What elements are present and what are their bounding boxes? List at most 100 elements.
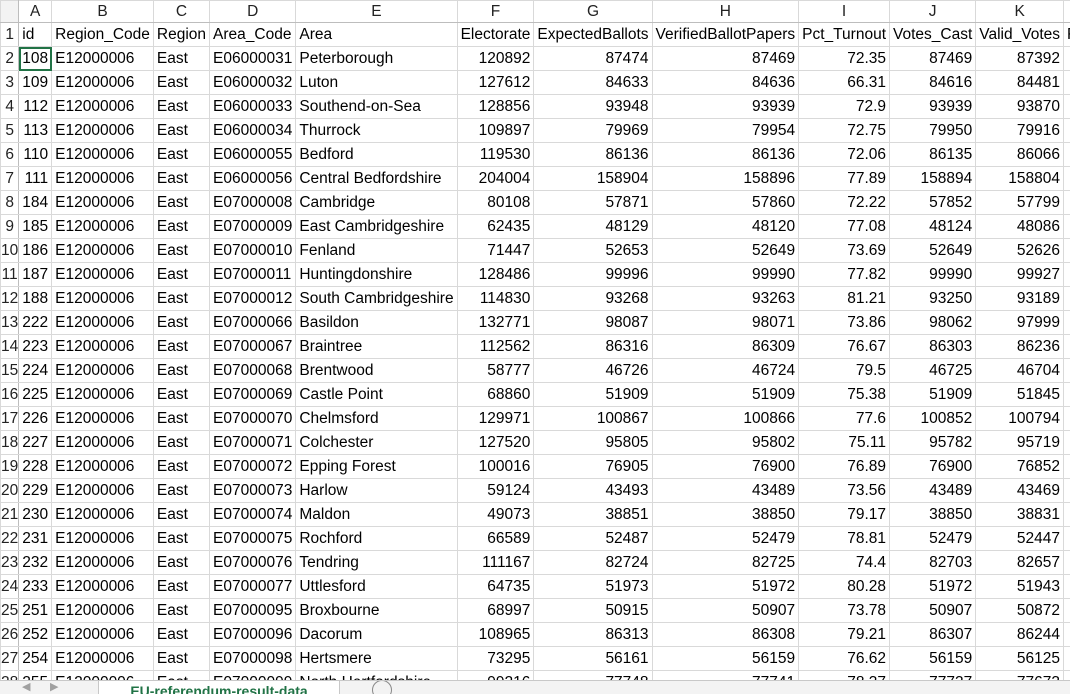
table-cell[interactable]: 75.38 <box>799 383 890 407</box>
table-cell[interactable]: 47545 <box>1064 407 1070 431</box>
row-number[interactable]: 25 <box>1 599 19 623</box>
table-cell[interactable]: 72.06 <box>799 143 890 167</box>
table-cell[interactable]: 224 <box>19 359 52 383</box>
table-cell[interactable]: 93263 <box>652 287 799 311</box>
table-cell[interactable]: 95782 <box>890 431 976 455</box>
column-header-j[interactable]: J <box>890 1 976 23</box>
column-header-f[interactable]: F <box>457 1 534 23</box>
table-cell[interactable]: 79916 <box>976 119 1064 143</box>
table-cell[interactable]: 76.67 <box>799 335 890 359</box>
table-cell[interactable]: East <box>153 575 209 599</box>
table-cell[interactable]: 51909 <box>534 383 652 407</box>
table-cell[interactable]: 86313 <box>534 623 652 647</box>
table-cell[interactable]: 79.21 <box>799 623 890 647</box>
table-cell[interactable]: 100794 <box>976 407 1064 431</box>
table-cell[interactable]: E12000006 <box>52 647 154 671</box>
table-cell[interactable]: 229 <box>19 479 52 503</box>
table-cell[interactable]: Basildon <box>296 311 457 335</box>
table-cell[interactable]: E07000099 <box>210 671 296 681</box>
row-number[interactable]: 19 <box>1 455 19 479</box>
table-cell[interactable]: 93189 <box>976 287 1064 311</box>
table-cell[interactable]: E12000006 <box>52 239 154 263</box>
table-cell[interactable]: 46726 <box>534 359 652 383</box>
table-cell[interactable]: 48129 <box>534 215 652 239</box>
table-cell[interactable]: 73.69 <box>799 239 890 263</box>
table-cell[interactable]: E12000006 <box>52 95 154 119</box>
table-cell[interactable]: 43469 <box>976 479 1064 503</box>
table-cell[interactable]: Epping Forest <box>296 455 457 479</box>
table-cell[interactable]: 100852 <box>890 407 976 431</box>
row-number[interactable]: 24 <box>1 575 19 599</box>
table-cell[interactable]: 72.35 <box>799 47 890 71</box>
spreadsheet-grid[interactable]: ABCDEFGHIJKLM 1idRegion_CodeRegionArea_C… <box>0 0 1070 680</box>
table-cell[interactable]: East <box>153 287 209 311</box>
column-header-b[interactable]: B <box>52 1 154 23</box>
table-cell[interactable]: 79.17 <box>799 503 890 527</box>
table-cell[interactable]: 80.28 <box>799 575 890 599</box>
table-cell[interactable]: Broxbourne <box>296 599 457 623</box>
table-cell[interactable]: 109 <box>19 71 52 95</box>
column-header-k[interactable]: K <box>976 1 1064 23</box>
table-cell[interactable]: 129971 <box>457 407 534 431</box>
table-cell[interactable]: 41497 <box>1064 143 1070 167</box>
table-cell[interactable]: E07000075 <box>210 527 296 551</box>
table-cell[interactable]: 84616 <box>890 71 976 95</box>
table-cell[interactable]: East <box>153 335 209 359</box>
table-cell[interactable]: 56161 <box>534 647 652 671</box>
table-cell[interactable]: 56159 <box>890 647 976 671</box>
table-cell[interactable]: 86316 <box>534 335 652 359</box>
table-cell[interactable]: 86136 <box>652 143 799 167</box>
table-cell[interactable]: 95719 <box>976 431 1064 455</box>
table-cell[interactable]: 46724 <box>652 359 799 383</box>
table-cell[interactable]: 128856 <box>457 95 534 119</box>
table-cell[interactable]: 184 <box>19 191 52 215</box>
table-cell[interactable]: 52653 <box>534 239 652 263</box>
table-cell[interactable]: 50915 <box>534 599 652 623</box>
triangle-right-icon[interactable]: ▶ <box>50 682 58 693</box>
table-cell[interactable]: 204004 <box>457 167 534 191</box>
table-cell[interactable]: 86244 <box>976 623 1064 647</box>
sheet-tab-active[interactable]: EU-referendum-result-data <box>98 680 340 694</box>
table-cell[interactable]: 99990 <box>652 263 799 287</box>
table-cell[interactable]: E12000006 <box>52 287 154 311</box>
table-cell[interactable]: 225 <box>19 383 52 407</box>
table-cell[interactable]: E12000006 <box>52 671 154 681</box>
table-cell[interactable]: Rochford <box>296 527 457 551</box>
table-cell[interactable]: 86136 <box>534 143 652 167</box>
table-cell[interactable]: East <box>153 407 209 431</box>
row-number[interactable]: 22 <box>1 527 19 551</box>
table-cell[interactable]: 100867 <box>534 407 652 431</box>
table-cell[interactable]: E07000095 <box>210 599 296 623</box>
table-cell[interactable]: 111 <box>19 167 52 191</box>
table-cell[interactable]: 93939 <box>652 95 799 119</box>
row-number[interactable]: 2 <box>1 47 19 71</box>
table-cell[interactable]: 56125 <box>976 647 1064 671</box>
table-cell[interactable]: E12000006 <box>52 119 154 143</box>
table-cell[interactable]: 98087 <box>534 311 652 335</box>
table-cell[interactable]: 43493 <box>534 479 652 503</box>
table-cell[interactable]: 127612 <box>457 71 534 95</box>
table-cell[interactable]: East <box>153 71 209 95</box>
table-cell[interactable]: 57799 <box>976 191 1064 215</box>
table-cell[interactable]: East <box>153 479 209 503</box>
table-cell[interactable]: 57852 <box>890 191 976 215</box>
table-cell[interactable]: Thurrock <box>296 119 457 143</box>
table-cell[interactable]: East <box>153 311 209 335</box>
table-cell[interactable]: 36708 <box>1064 71 1070 95</box>
plus-circle-icon[interactable] <box>372 680 392 694</box>
table-cell[interactable]: E12000006 <box>52 47 154 71</box>
table-cell[interactable]: 86309 <box>652 335 799 359</box>
table-cell[interactable]: 38850 <box>890 503 976 527</box>
table-cell[interactable]: 114830 <box>457 287 534 311</box>
header-cell[interactable]: ExpectedBallots <box>534 23 652 47</box>
table-cell[interactable]: 51973 <box>534 575 652 599</box>
table-cell[interactable]: 74.4 <box>799 551 890 575</box>
table-cell[interactable]: 99996 <box>534 263 652 287</box>
table-cell[interactable]: Braintree <box>296 335 457 359</box>
table-cell[interactable]: Bedford <box>296 143 457 167</box>
table-cell[interactable]: 73295 <box>457 647 534 671</box>
table-cell[interactable]: Luton <box>296 71 457 95</box>
table-cell[interactable]: East <box>153 551 209 575</box>
table-cell[interactable]: 66.31 <box>799 71 890 95</box>
table-cell[interactable]: 51909 <box>652 383 799 407</box>
